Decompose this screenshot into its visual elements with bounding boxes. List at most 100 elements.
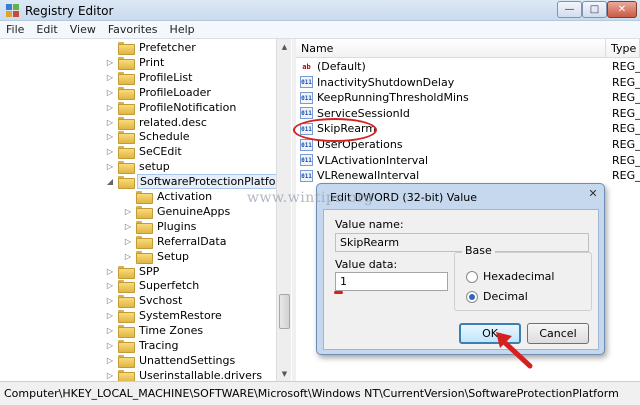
expand-arrow-icon[interactable]: ▷: [105, 103, 115, 112]
tree-item[interactable]: ▷ SeCEdit: [105, 144, 184, 160]
folder-icon: [118, 42, 135, 55]
expand-arrow-icon[interactable]: ▷: [105, 341, 115, 350]
expand-arrow-icon[interactable]: ▷: [105, 326, 115, 335]
expand-arrow-icon[interactable]: ▷: [105, 162, 115, 171]
tree-item[interactable]: ▷ Svchost: [105, 293, 184, 309]
expand-arrow-icon[interactable]: ▷: [105, 132, 115, 141]
tree-item[interactable]: ▷ ReferralData: [123, 234, 228, 249]
tree-item-label: Svchost: [139, 294, 183, 308]
value-name: VLActivationInterval: [317, 153, 429, 167]
folder-icon: [118, 161, 135, 175]
value-type: REG_: [612, 169, 640, 183]
expand-arrow-icon[interactable]: ▷: [105, 371, 115, 380]
value-row[interactable]: ab (Default) REG_: [300, 59, 640, 74]
hexadecimal-radio[interactable]: [466, 270, 478, 283]
tree-item-label: Tracing: [139, 339, 179, 352]
cancel-button[interactable]: Cancel: [527, 323, 589, 344]
folder-icon: [118, 101, 135, 115]
tree-item[interactable]: ▷ Plugins: [123, 219, 198, 234]
base-label: Base: [462, 244, 495, 257]
expand-arrow-icon[interactable]: ▷: [123, 222, 133, 231]
folder-icon: [136, 220, 153, 234]
tree-item[interactable]: Activation: [123, 189, 214, 204]
menu-file[interactable]: File: [0, 23, 30, 36]
value-row[interactable]: 011 VLActivationInterval REG_: [300, 153, 640, 168]
expand-arrow-icon[interactable]: ▷: [123, 252, 133, 261]
expand-arrow-icon[interactable]: ▷: [105, 281, 115, 290]
expand-arrow-icon[interactable]: ▷: [105, 296, 115, 305]
menu-help[interactable]: Help: [164, 23, 201, 36]
expand-arrow-icon[interactable]: ▷: [123, 207, 133, 216]
decimal-radio[interactable]: [466, 290, 478, 303]
menu-edit[interactable]: Edit: [30, 23, 63, 36]
tree-item-label: SPP: [139, 264, 160, 278]
binary-value-icon: 011: [300, 76, 313, 89]
tree-item[interactable]: ▷ SystemRestore: [105, 308, 224, 324]
hexadecimal-option[interactable]: Hexadecimal: [466, 270, 554, 283]
title-bar: Registry Editor — □ ✕: [0, 0, 640, 21]
expand-arrow-icon[interactable]: ▷: [123, 237, 133, 246]
tree-scrollbar[interactable]: ▲ ▼: [276, 39, 291, 381]
tree-item-label: ReferralData: [157, 234, 227, 248]
tree-item[interactable]: ▷ Schedule: [105, 129, 192, 145]
tree-item[interactable]: ▷ ProfileList: [105, 70, 194, 85]
value-type: REG_: [612, 75, 640, 89]
scroll-down-icon[interactable]: ▼: [277, 366, 292, 381]
tree-item[interactable]: ▷ Time Zones: [105, 323, 205, 339]
expand-arrow-icon[interactable]: ▷: [105, 267, 115, 276]
tree-item[interactable]: ▷ SPP: [105, 264, 161, 279]
tree-item[interactable]: Prefetcher: [105, 40, 198, 55]
tree-item[interactable]: ▷ Userinstallable.drivers: [105, 368, 264, 381]
tree-item[interactable]: ▷ Print: [105, 55, 166, 70]
expand-arrow-icon[interactable]: ▷: [105, 118, 115, 127]
menu-favorites[interactable]: Favorites: [102, 23, 164, 36]
tree-item[interactable]: ▷ UnattendSettings: [105, 353, 237, 368]
value-type: REG_: [612, 91, 640, 105]
folder-icon: [118, 369, 135, 381]
expand-arrow-icon[interactable]: ▷: [105, 356, 115, 365]
value-row[interactable]: 011 VLRenewalInterval REG_: [300, 168, 640, 183]
red-arrow-annotation: [496, 332, 533, 369]
status-bar-path: Computer\HKEY_LOCAL_MACHINE\SOFTWARE\Mic…: [0, 381, 640, 405]
decimal-option[interactable]: Decimal: [466, 290, 528, 303]
tree-item[interactable]: ▷ Setup: [123, 249, 191, 264]
scroll-thumb[interactable]: [279, 294, 290, 329]
value-data-input[interactable]: 1: [335, 272, 448, 291]
expand-arrow-icon[interactable]: ▷: [105, 147, 115, 156]
value-data-label: Value data:: [335, 258, 398, 271]
tree-item-label: GenuineApps: [157, 204, 231, 218]
expand-arrow-icon[interactable]: ▷: [105, 88, 115, 97]
expand-arrow-icon[interactable]: ▷: [105, 58, 115, 67]
value-row[interactable]: 011 InactivityShutdownDelay REG_: [300, 75, 640, 90]
maximize-button[interactable]: □: [582, 1, 607, 18]
close-button[interactable]: ✕: [607, 1, 637, 18]
registry-tree[interactable]: Prefetcher ▷ Print ▷ ProfileList ▷ ProfileLoad…: [2, 39, 291, 381]
tree-item-label: SoftwareProtectionPlatform: [137, 174, 290, 190]
folder-icon: [118, 280, 135, 294]
minimize-button[interactable]: —: [557, 1, 582, 18]
dialog-close-icon[interactable]: ✕: [585, 187, 601, 202]
edit-dword-dialog: Edit DWORD (32-bit) Value ✕ Value name: …: [316, 183, 605, 355]
expand-arrow-icon[interactable]: ▷: [105, 311, 115, 320]
folder-icon: [118, 86, 135, 100]
tree-item[interactable]: ▷ Tracing: [105, 338, 180, 353]
tree-item[interactable]: ▷ setup: [105, 159, 172, 175]
expand-arrow-icon[interactable]: ▷: [105, 73, 115, 82]
tree-item-label: related.desc: [139, 115, 207, 129]
menu-view[interactable]: View: [64, 23, 102, 36]
value-name: VLRenewalInterval: [317, 169, 420, 183]
value-row[interactable]: 011 KeepRunningThresholdMins REG_: [300, 90, 640, 105]
tree-item[interactable]: ▷ Superfetch: [105, 278, 201, 294]
column-header-name[interactable]: Name: [296, 39, 606, 58]
tree-item[interactable]: ▷ GenuineApps: [123, 204, 232, 219]
tree-item[interactable]: ▷ ProfileNotification: [105, 100, 238, 115]
tree-item[interactable]: ▷ related.desc: [105, 115, 209, 130]
collapse-arrow-icon[interactable]: ◢: [105, 177, 115, 186]
folder-icon: [118, 340, 135, 353]
scroll-up-icon[interactable]: ▲: [277, 39, 292, 54]
tree-item[interactable]: ▷ ProfileLoader: [105, 85, 213, 100]
column-header-type[interactable]: Type: [606, 39, 640, 58]
decimal-label: Decimal: [483, 290, 528, 303]
tree-item[interactable]: ◢ SoftwareProtectionPlatform: [105, 174, 290, 190]
folder-icon: [118, 295, 135, 309]
